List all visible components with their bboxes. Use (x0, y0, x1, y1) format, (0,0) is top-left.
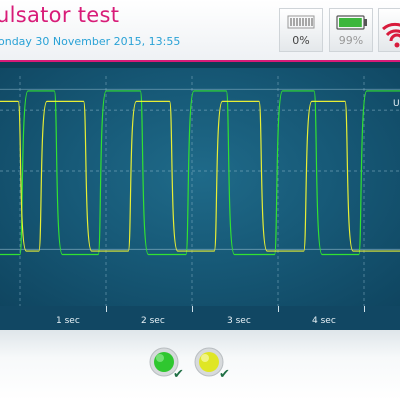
green-trace (0, 90, 400, 256)
channel-toggles (149, 347, 224, 377)
x-tick-label: 3 sec (227, 316, 251, 326)
x-tick-label: 2 sec (141, 316, 165, 326)
x-tick-label: 4 sec (312, 316, 336, 326)
x-tick-label: 1 sec (56, 316, 80, 326)
check-icon: ✔ (173, 367, 184, 382)
edge-label: U (393, 99, 400, 109)
check-icon: ✔ (219, 367, 230, 382)
yellow-trace (0, 100, 400, 252)
